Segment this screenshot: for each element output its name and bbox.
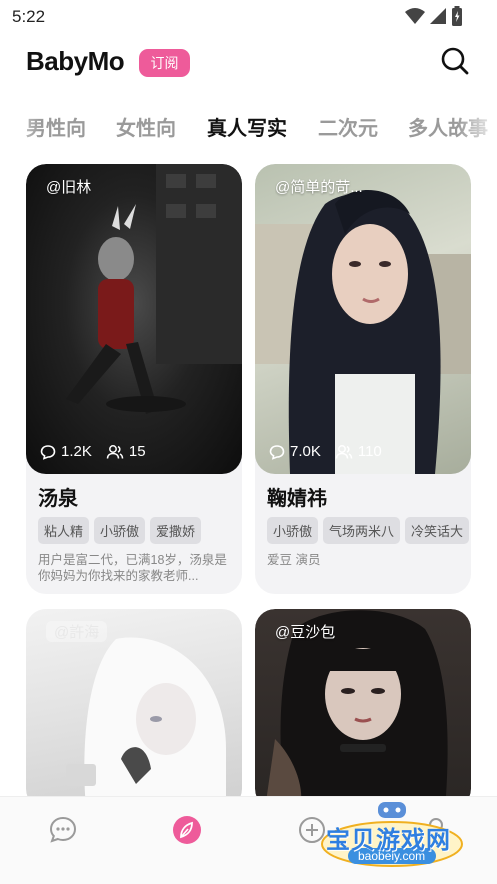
- tag-list: 粘人精 小骄傲 爱撒娇: [38, 517, 242, 544]
- chat-count: 7.0K: [269, 443, 321, 460]
- follower-count: 15: [106, 443, 146, 460]
- subscribe-button[interactable]: 订阅: [139, 49, 190, 77]
- character-card[interactable]: @简单的苛... 7.0K 110 鞠婧祎 小骄傲 气场两米八 冷笑话大 爱豆 …: [255, 164, 471, 594]
- watermark-logo: 宝贝游戏网 baobeiy.com: [318, 800, 466, 870]
- character-name: 鞠婧祎: [267, 488, 327, 510]
- tabs-fade-left: [0, 100, 40, 150]
- tag: 粘人精: [38, 517, 90, 544]
- status-time: 5:22: [12, 7, 46, 26]
- tag-list: 小骄傲 气场两米八 冷笑话大: [267, 517, 471, 544]
- character-description: 爱豆 演员: [267, 553, 321, 567]
- tab-realistic[interactable]: 真人写实: [207, 112, 287, 141]
- tabs-fade-right: [457, 100, 497, 150]
- discover-icon[interactable]: [171, 814, 203, 846]
- status-bar: 5:22: [0, 0, 497, 34]
- character-description: 用户是富二代，已满18岁，汤泉是你妈妈为你找来的家教老师...: [38, 553, 227, 583]
- character-image: @豆沙包: [255, 609, 471, 809]
- signal-icon: [430, 8, 446, 24]
- wifi-icon: [405, 8, 425, 24]
- app-logo: BabyMo: [26, 46, 125, 76]
- character-card[interactable]: @許海: [26, 609, 242, 809]
- tag: 小骄傲: [94, 517, 146, 544]
- card-stats: 7.0K 110: [269, 443, 382, 460]
- status-icons: [405, 6, 463, 26]
- chat-bubble-icon: [269, 444, 285, 460]
- tag: 爱撒娇: [150, 517, 202, 544]
- tag: 冷笑话大: [405, 517, 470, 544]
- follower-count: 110: [335, 443, 382, 460]
- creator-handle: @豆沙包: [275, 624, 336, 641]
- tag: 气场两米八: [323, 517, 401, 544]
- tab-anime[interactable]: 二次元: [318, 112, 378, 141]
- tag: 小骄傲: [267, 517, 319, 544]
- character-name: 汤泉: [38, 488, 78, 510]
- card-stats: 1.2K 15: [40, 443, 146, 460]
- character-illustration: [66, 164, 242, 414]
- character-card[interactable]: @豆沙包: [255, 609, 471, 809]
- messages-icon[interactable]: [47, 814, 79, 846]
- character-image: @旧林 1.2K 15: [26, 164, 242, 474]
- character-image: @简单的苛... 7.0K 110: [255, 164, 471, 474]
- search-icon[interactable]: [440, 46, 470, 76]
- character-illustration: [255, 190, 471, 474]
- watermark-url: baobeiy.com: [358, 849, 426, 863]
- users-icon: [335, 444, 353, 459]
- character-image: @許海: [26, 609, 242, 809]
- creator-handle: @简单的苛...: [275, 179, 363, 196]
- chat-bubble-icon: [40, 444, 56, 460]
- app-header: BabyMo 订阅: [0, 40, 497, 86]
- character-card[interactable]: @旧林 1.2K 15 汤泉 粘人精 小骄傲 爱撒娇 用户是富二代，已满18岁，…: [26, 164, 242, 594]
- category-tabs: 男性向 女性向 真人写实 二次元 多人故事: [0, 100, 497, 150]
- creator-handle: @許海: [46, 621, 108, 642]
- creator-handle: @旧林: [46, 179, 92, 196]
- chat-count: 1.2K: [40, 443, 92, 460]
- tab-female[interactable]: 女性向: [116, 112, 176, 141]
- users-icon: [106, 444, 124, 459]
- battery-icon: [452, 6, 462, 26]
